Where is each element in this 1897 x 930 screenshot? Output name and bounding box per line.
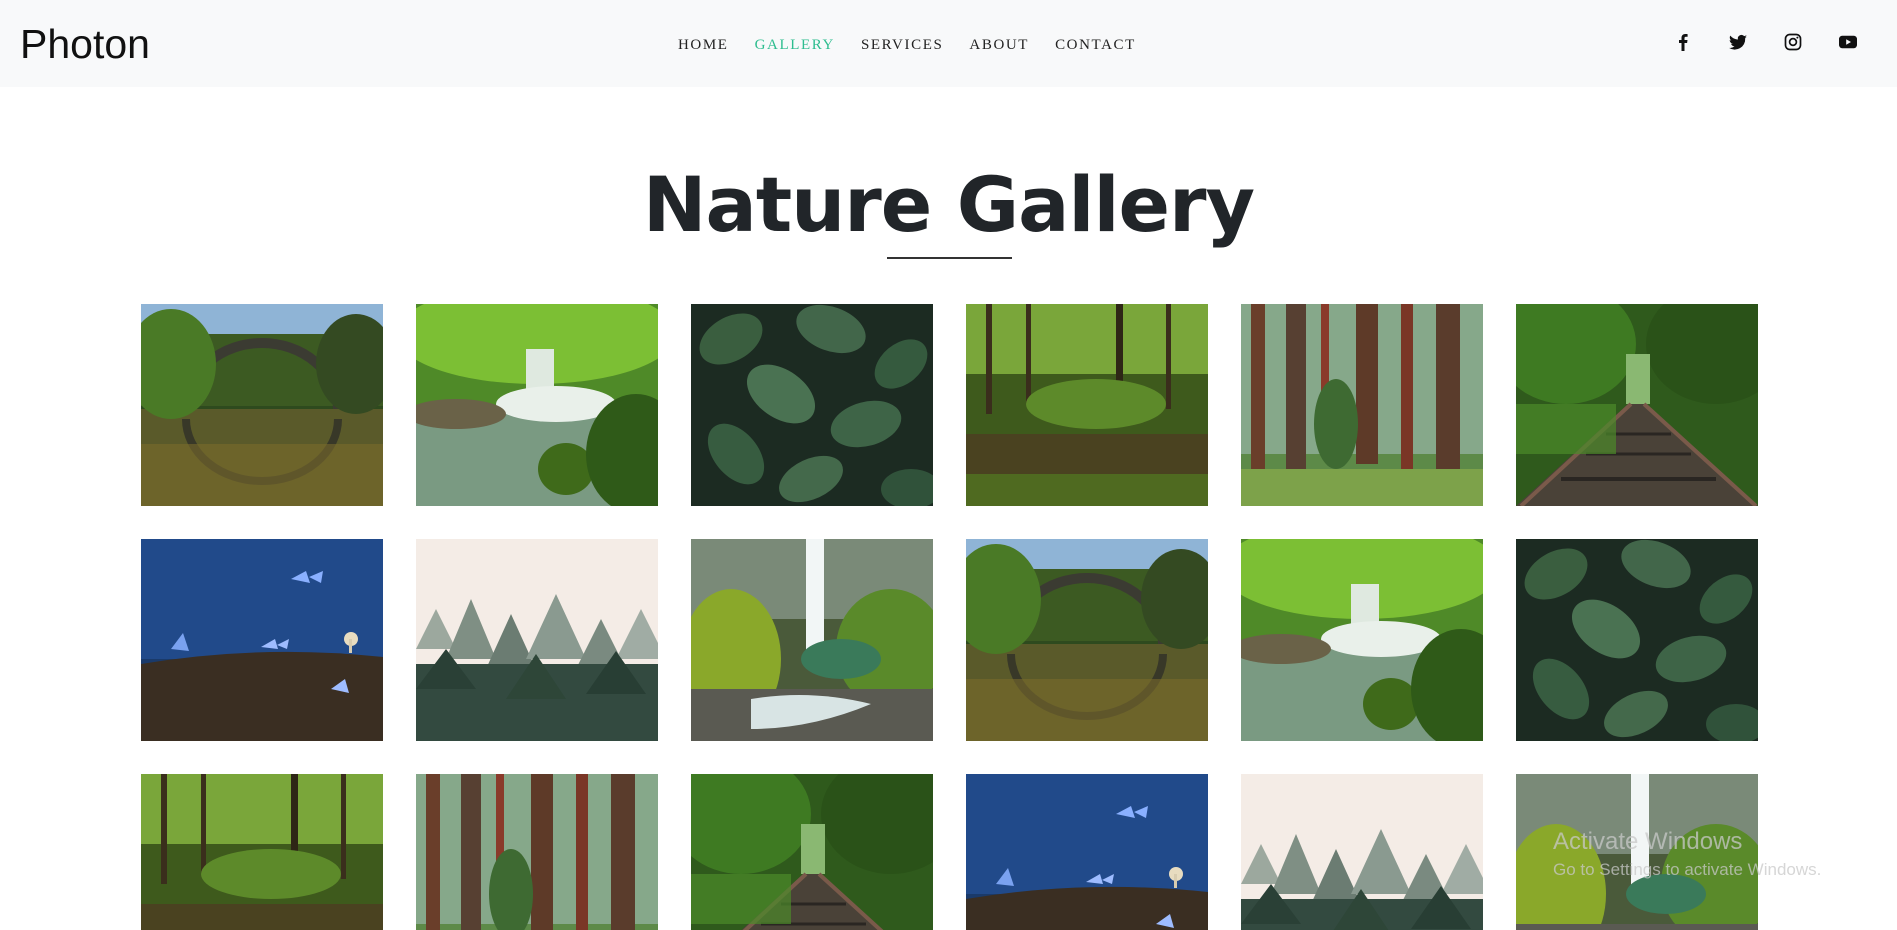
nav-menu: HOME GALLERY SERVICES ABOUT CONTACT xyxy=(678,36,1162,54)
facebook-icon[interactable] xyxy=(1672,31,1694,53)
gallery-image-green-leaves[interactable] xyxy=(691,304,933,506)
gallery-image-redwood-forest[interactable] xyxy=(416,774,658,930)
gallery-image-tall-waterfall[interactable] xyxy=(1516,774,1758,930)
gallery-image-green-leaves[interactable] xyxy=(1516,539,1758,741)
title-underline xyxy=(887,257,1012,259)
gallery-image-tall-waterfall[interactable] xyxy=(691,539,933,741)
gallery-image-mossy-forest-stream[interactable] xyxy=(966,304,1208,506)
gallery-image-misty-pine-forest[interactable] xyxy=(1241,774,1483,930)
youtube-icon[interactable] xyxy=(1837,31,1859,53)
gallery-image-blue-butterflies[interactable] xyxy=(141,539,383,741)
twitter-icon[interactable] xyxy=(1727,31,1749,53)
gallery-image-stone-arch-bridge[interactable] xyxy=(966,539,1208,741)
instagram-icon[interactable] xyxy=(1782,31,1804,53)
nav-about[interactable]: ABOUT xyxy=(969,36,1029,54)
nav-services[interactable]: SERVICES xyxy=(861,36,943,54)
navbar: Photon HOME GALLERY SERVICES ABOUT CONTA… xyxy=(0,0,1897,87)
gallery-image-forest-railway[interactable] xyxy=(1516,304,1758,506)
gallery-image-forest-waterfall[interactable] xyxy=(1241,539,1483,741)
gallery-image-misty-pine-forest[interactable] xyxy=(416,539,658,741)
gallery-image-mossy-forest-stream[interactable] xyxy=(141,774,383,930)
gallery-image-blue-butterflies[interactable] xyxy=(966,774,1208,930)
brand-logo[interactable]: Photon xyxy=(20,20,150,68)
nav-gallery[interactable]: GALLERY xyxy=(755,36,835,54)
page-title: Nature Gallery xyxy=(642,160,1255,249)
gallery-grid xyxy=(141,304,1758,930)
nav-home[interactable]: HOME xyxy=(678,36,729,54)
gallery-image-stone-arch-bridge[interactable] xyxy=(141,304,383,506)
gallery-image-redwood-forest[interactable] xyxy=(1241,304,1483,506)
page-header: Nature Gallery xyxy=(0,160,1897,250)
gallery-image-forest-railway[interactable] xyxy=(691,774,933,930)
social-links xyxy=(1672,31,1892,53)
gallery-image-forest-waterfall[interactable] xyxy=(416,304,658,506)
nav-contact[interactable]: CONTACT xyxy=(1055,36,1136,54)
